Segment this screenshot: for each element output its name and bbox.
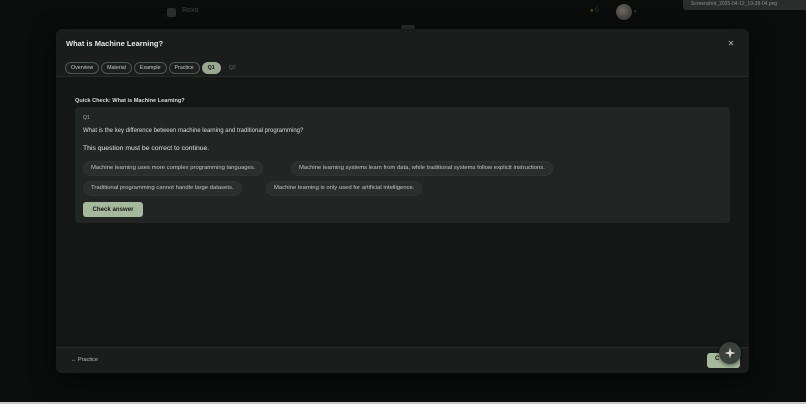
answer-option-3[interactable]: Traditional programming cannot handle la… [83,181,242,196]
check-answer-button[interactable]: Check answer [83,202,143,217]
modal-footer: ← Practice C [56,347,749,373]
question-text: What is the key difference between machi… [83,128,304,134]
streak-value: 0 [595,8,599,14]
section-title: Quick Check: What is Machine Learning? [75,98,185,104]
question-number: Q1 [83,115,90,121]
tab-practice[interactable]: Practice [168,62,200,74]
continue-label: C [715,356,720,362]
flame-icon: ● [590,8,594,14]
modal-title: What is Machine Learning? [66,39,164,48]
answer-option-2[interactable]: Machine learning systems learn from data… [291,161,553,176]
tab-q2[interactable]: Q2 [223,62,242,74]
screenshot-filename-tab: Screenshot_2025-04-12_19-39-04.png [683,0,806,10]
lesson-tabs: Overview Material Example Practice Q1 Q2 [65,62,242,74]
close-button[interactable]: ✕ [725,38,737,50]
back-to-practice-link[interactable]: ← Practice [71,357,98,363]
answer-option-4[interactable]: Machine learning is only used for artifi… [266,181,423,196]
tab-overview[interactable]: Overview [65,62,100,74]
streak-counter: ● 0 [590,8,599,14]
question-note: This question must be correct to continu… [83,145,210,152]
voice-assistant-button[interactable] [719,342,741,364]
answer-option-1[interactable]: Machine learning uses more complex progr… [83,161,264,176]
modal-header: What is Machine Learning? ✕ Overview Mat… [56,29,749,77]
close-icon: ✕ [727,39,735,48]
lesson-modal: What is Machine Learning? ✕ Overview Mat… [56,29,749,373]
tab-material[interactable]: Material [101,62,132,74]
question-card: Q1 What is the key difference between ma… [75,107,730,223]
tab-example[interactable]: Example [133,62,167,74]
chevron-down-icon: ▾ [634,9,637,15]
app-logo-icon [167,8,176,17]
sparkle-icon [724,347,736,359]
avatar[interactable] [616,4,632,20]
tab-q1[interactable]: Q1 [201,62,221,74]
app-brand: Roxa [182,7,199,14]
